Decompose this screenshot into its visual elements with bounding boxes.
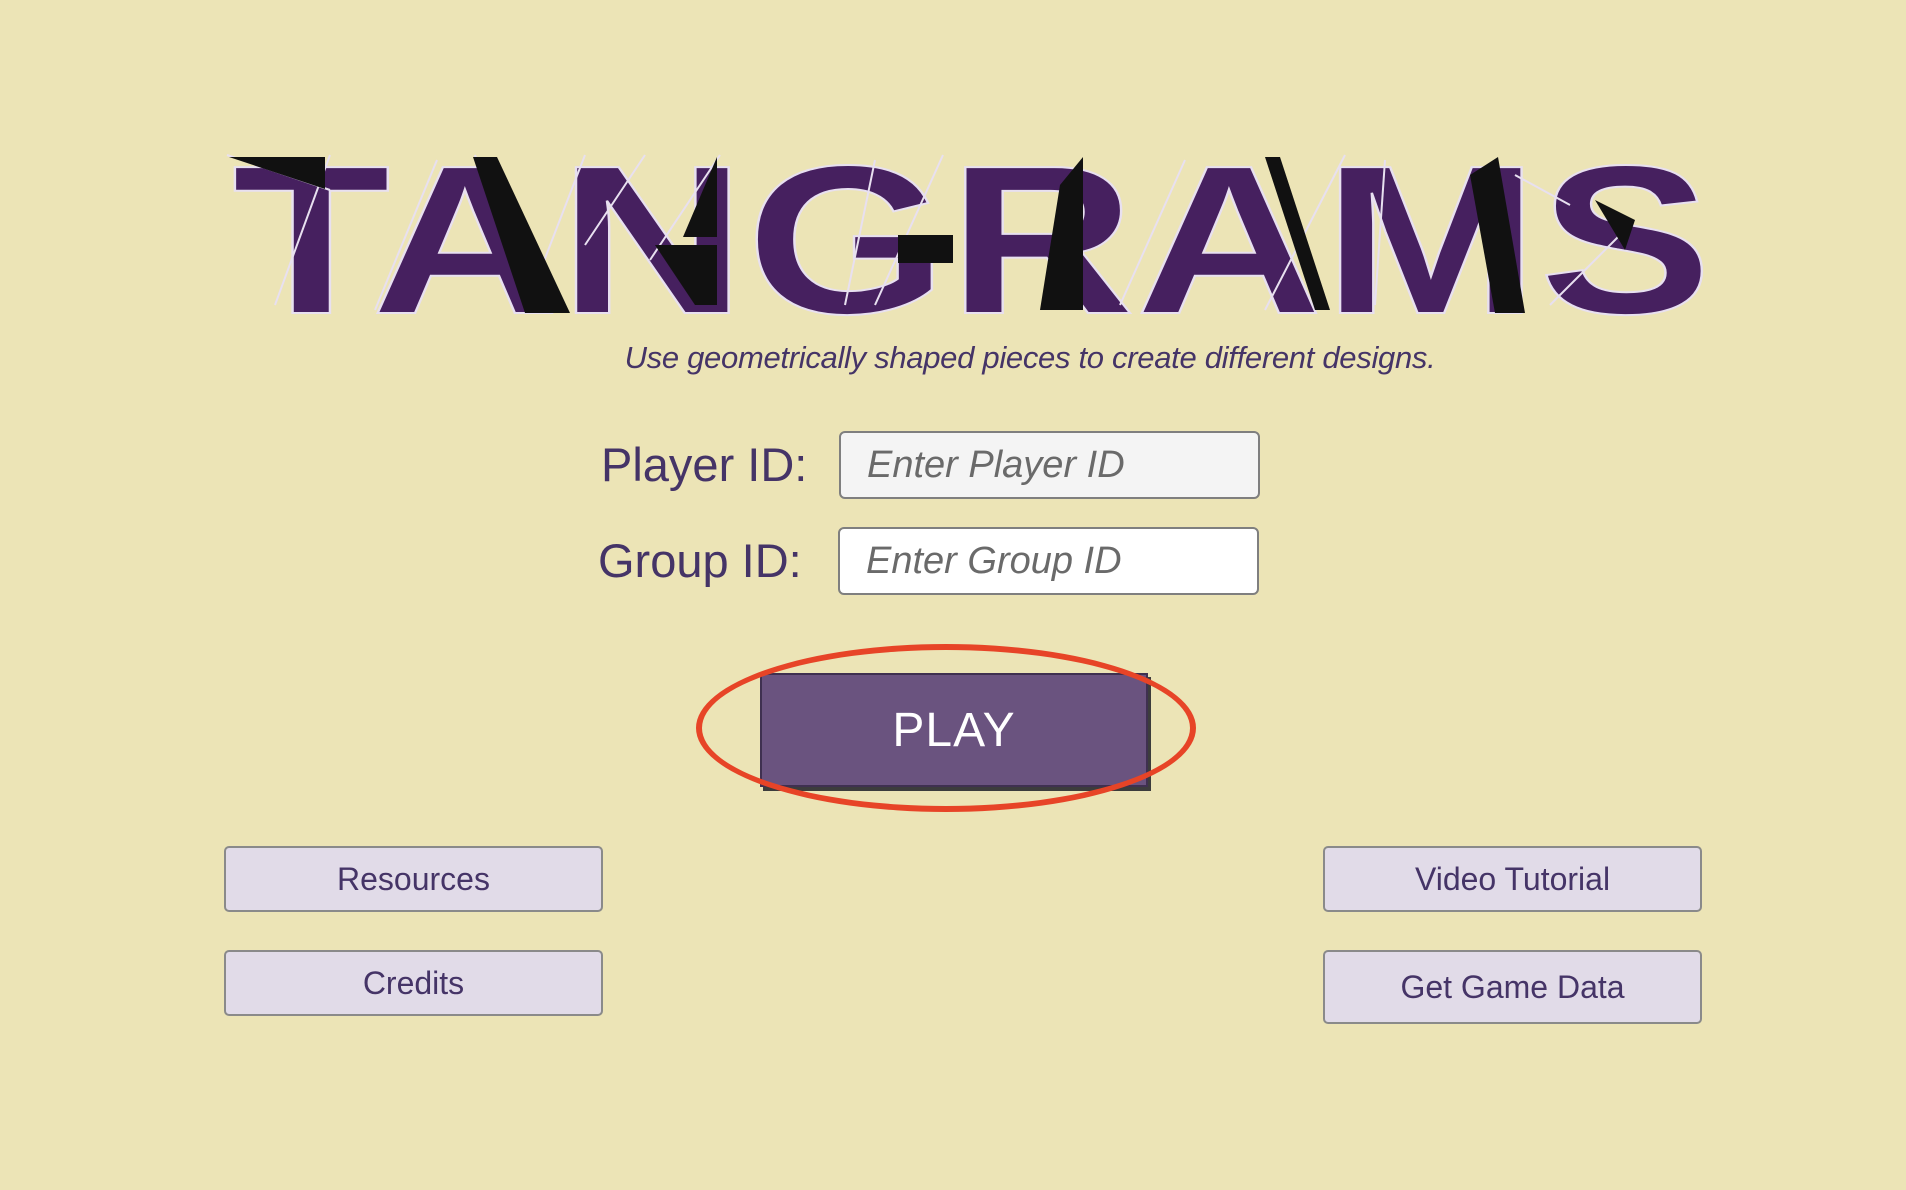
get-game-data-button[interactable]: Get Game Data	[1323, 950, 1702, 1024]
credits-button[interactable]: Credits	[224, 950, 603, 1016]
play-button[interactable]: PLAY	[760, 673, 1148, 787]
group-id-input[interactable]	[838, 527, 1259, 595]
tangrams-logo: TANGRAMS	[226, 145, 1713, 330]
video-tutorial-button[interactable]: Video Tutorial	[1323, 846, 1702, 912]
player-id-input[interactable]	[839, 431, 1260, 499]
resources-button[interactable]: Resources	[224, 846, 603, 912]
group-id-label: Group ID:	[598, 534, 802, 587]
subtitle: Use geometrically shaped pieces to creat…	[624, 340, 1436, 375]
player-id-label: Player ID:	[601, 438, 808, 491]
